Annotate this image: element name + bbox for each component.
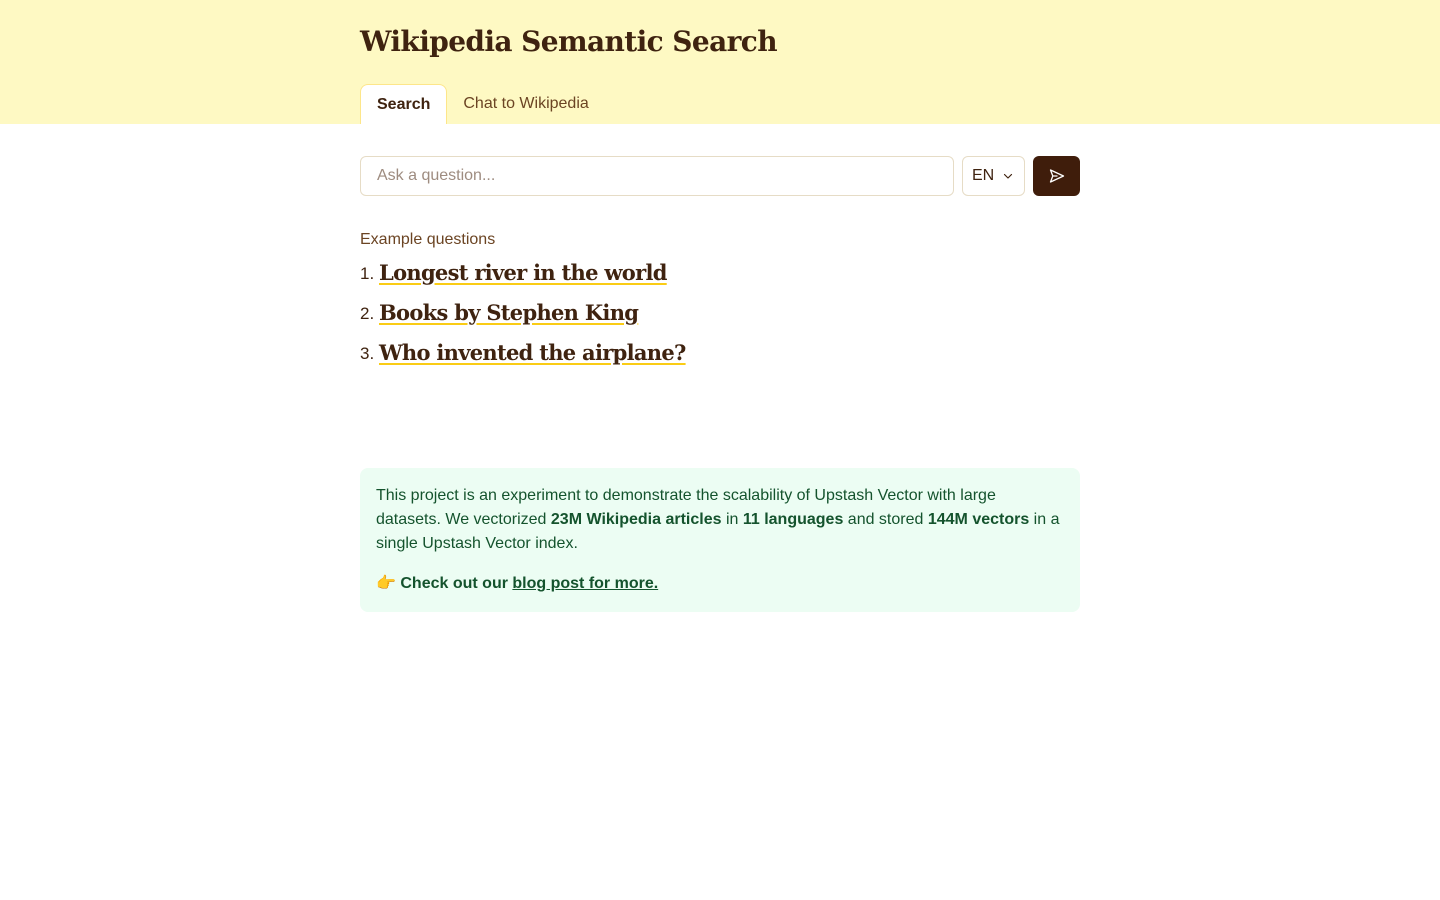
- chevron-down-icon: [1003, 173, 1013, 179]
- example-question-link[interactable]: Who invented the airplane?: [379, 340, 686, 365]
- info-cta: 👉 Check out our blog post for more.: [376, 572, 1064, 596]
- info-description: This project is an experiment to demonst…: [376, 484, 1064, 556]
- example-questions: Example questions 1. Longest river in th…: [360, 230, 1080, 365]
- info-box: This project is an experiment to demonst…: [360, 468, 1080, 612]
- blog-post-link[interactable]: blog post for more.: [512, 575, 658, 592]
- pointing-hand-icon: 👉: [376, 575, 396, 592]
- list-item-number: 2.: [360, 304, 375, 323]
- example-question-link[interactable]: Longest river in the world: [379, 260, 667, 285]
- list-item-number: 1.: [360, 264, 375, 283]
- list-item-number: 3.: [360, 344, 375, 363]
- list-item: 1. Longest river in the world: [360, 252, 686, 292]
- language-select[interactable]: EN: [962, 156, 1025, 196]
- send-icon: [1049, 169, 1064, 183]
- info-connector-text: in: [721, 511, 743, 528]
- info-languages-count: 11 languages: [742, 511, 844, 528]
- list-item: 3. Who invented the airplane?: [360, 332, 686, 372]
- example-question-link[interactable]: Books by Stephen King: [379, 300, 639, 325]
- search-input[interactable]: [360, 156, 954, 196]
- info-connector-text: and stored: [843, 511, 928, 528]
- language-select-value: EN: [972, 167, 995, 184]
- app-header: Wikipedia Semantic Search Search Chat to…: [0, 0, 1440, 124]
- tab-bar: Search Chat to Wikipedia: [360, 84, 605, 124]
- tab-chat-to-wikipedia[interactable]: Chat to Wikipedia: [447, 84, 604, 124]
- list-item: 2. Books by Stephen King: [360, 292, 686, 332]
- info-vectors-count: 144M vectors: [927, 511, 1030, 528]
- main-content: EN Example questions 1. Longest river in…: [360, 124, 1080, 900]
- example-list: 1. Longest river in the world 2. Books b…: [360, 252, 686, 372]
- example-questions-label: Example questions: [360, 231, 496, 248]
- tab-search[interactable]: Search: [360, 84, 448, 124]
- info-cta-text: Check out our: [400, 575, 513, 592]
- search-form: EN: [360, 156, 1080, 196]
- info-articles-count: 23M Wikipedia articles: [550, 511, 722, 528]
- send-button[interactable]: [1033, 156, 1080, 196]
- page-title: Wikipedia Semantic Search: [360, 25, 778, 58]
